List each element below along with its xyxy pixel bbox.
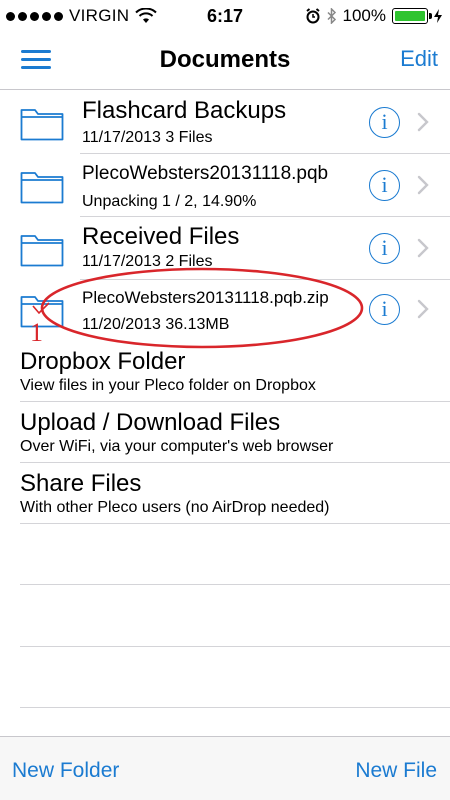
- battery-icon: [392, 8, 432, 24]
- file-details: Unpacking 1 / 2, 14.90%: [82, 193, 257, 210]
- action-subtitle: With other Pleco users (no AirDrop neede…: [20, 499, 330, 516]
- bottom-toolbar: New Folder New File: [0, 736, 450, 800]
- file-name: Flashcard Backups: [82, 97, 287, 124]
- folder-icon: [20, 109, 64, 141]
- navigation-bar: Documents Edit: [0, 34, 450, 90]
- folder-icon: [20, 235, 64, 267]
- info-button[interactable]: i: [369, 233, 400, 264]
- list-separator: [20, 646, 450, 647]
- file-details: 11/17/2013 3 Files: [82, 129, 213, 146]
- file-name: Received Files: [82, 223, 240, 250]
- annotation-ellipse: [40, 267, 364, 349]
- page-title: Documents: [159, 46, 291, 73]
- list-separator: [20, 584, 450, 585]
- file-row-pleco-websters-pqb[interactable]: PlecoWebsters20131118.pqb Unpacking 1 / …: [0, 154, 450, 217]
- action-title: Upload / Download Files: [20, 409, 281, 436]
- upload-download-row[interactable]: Upload / Download Files Over WiFi, via y…: [0, 403, 450, 463]
- alarm-icon: [305, 8, 320, 24]
- folder-icon: [20, 172, 64, 204]
- bluetooth-icon: [326, 8, 336, 24]
- info-button[interactable]: i: [369, 294, 400, 325]
- action-subtitle: View files in your Pleco folder on Dropb…: [20, 377, 316, 394]
- status-bar: VIRGIN 6:17 100%: [0, 0, 450, 34]
- share-files-row[interactable]: Share Files With other Pleco users (no A…: [0, 464, 450, 524]
- new-folder-button[interactable]: New Folder: [12, 759, 119, 783]
- dropbox-folder-row[interactable]: Dropbox Folder View files in your Pleco …: [0, 342, 450, 402]
- action-subtitle: Over WiFi, via your computer's web brows…: [20, 438, 334, 455]
- info-button[interactable]: i: [369, 170, 400, 201]
- chevron-right-icon[interactable]: [416, 298, 430, 320]
- info-button[interactable]: i: [369, 107, 400, 138]
- status-right: 100%: [305, 6, 442, 26]
- chevron-right-icon[interactable]: [416, 111, 430, 133]
- action-title: Dropbox Folder: [20, 348, 186, 375]
- file-name: PlecoWebsters20131118.pqb: [82, 163, 329, 184]
- edit-button[interactable]: Edit: [400, 46, 438, 72]
- new-file-button[interactable]: New File: [355, 759, 437, 783]
- list-separator: [20, 707, 450, 708]
- action-title: Share Files: [20, 470, 142, 497]
- chevron-right-icon[interactable]: [416, 174, 430, 196]
- charging-bolt-icon: [434, 9, 442, 23]
- chevron-right-icon[interactable]: [416, 237, 430, 259]
- battery-percent: 100%: [342, 6, 386, 25]
- annotation-tick-mark: [32, 302, 50, 315]
- file-row-flashcard-backups[interactable]: Flashcard Backups 11/17/2013 3 Files i: [0, 91, 450, 154]
